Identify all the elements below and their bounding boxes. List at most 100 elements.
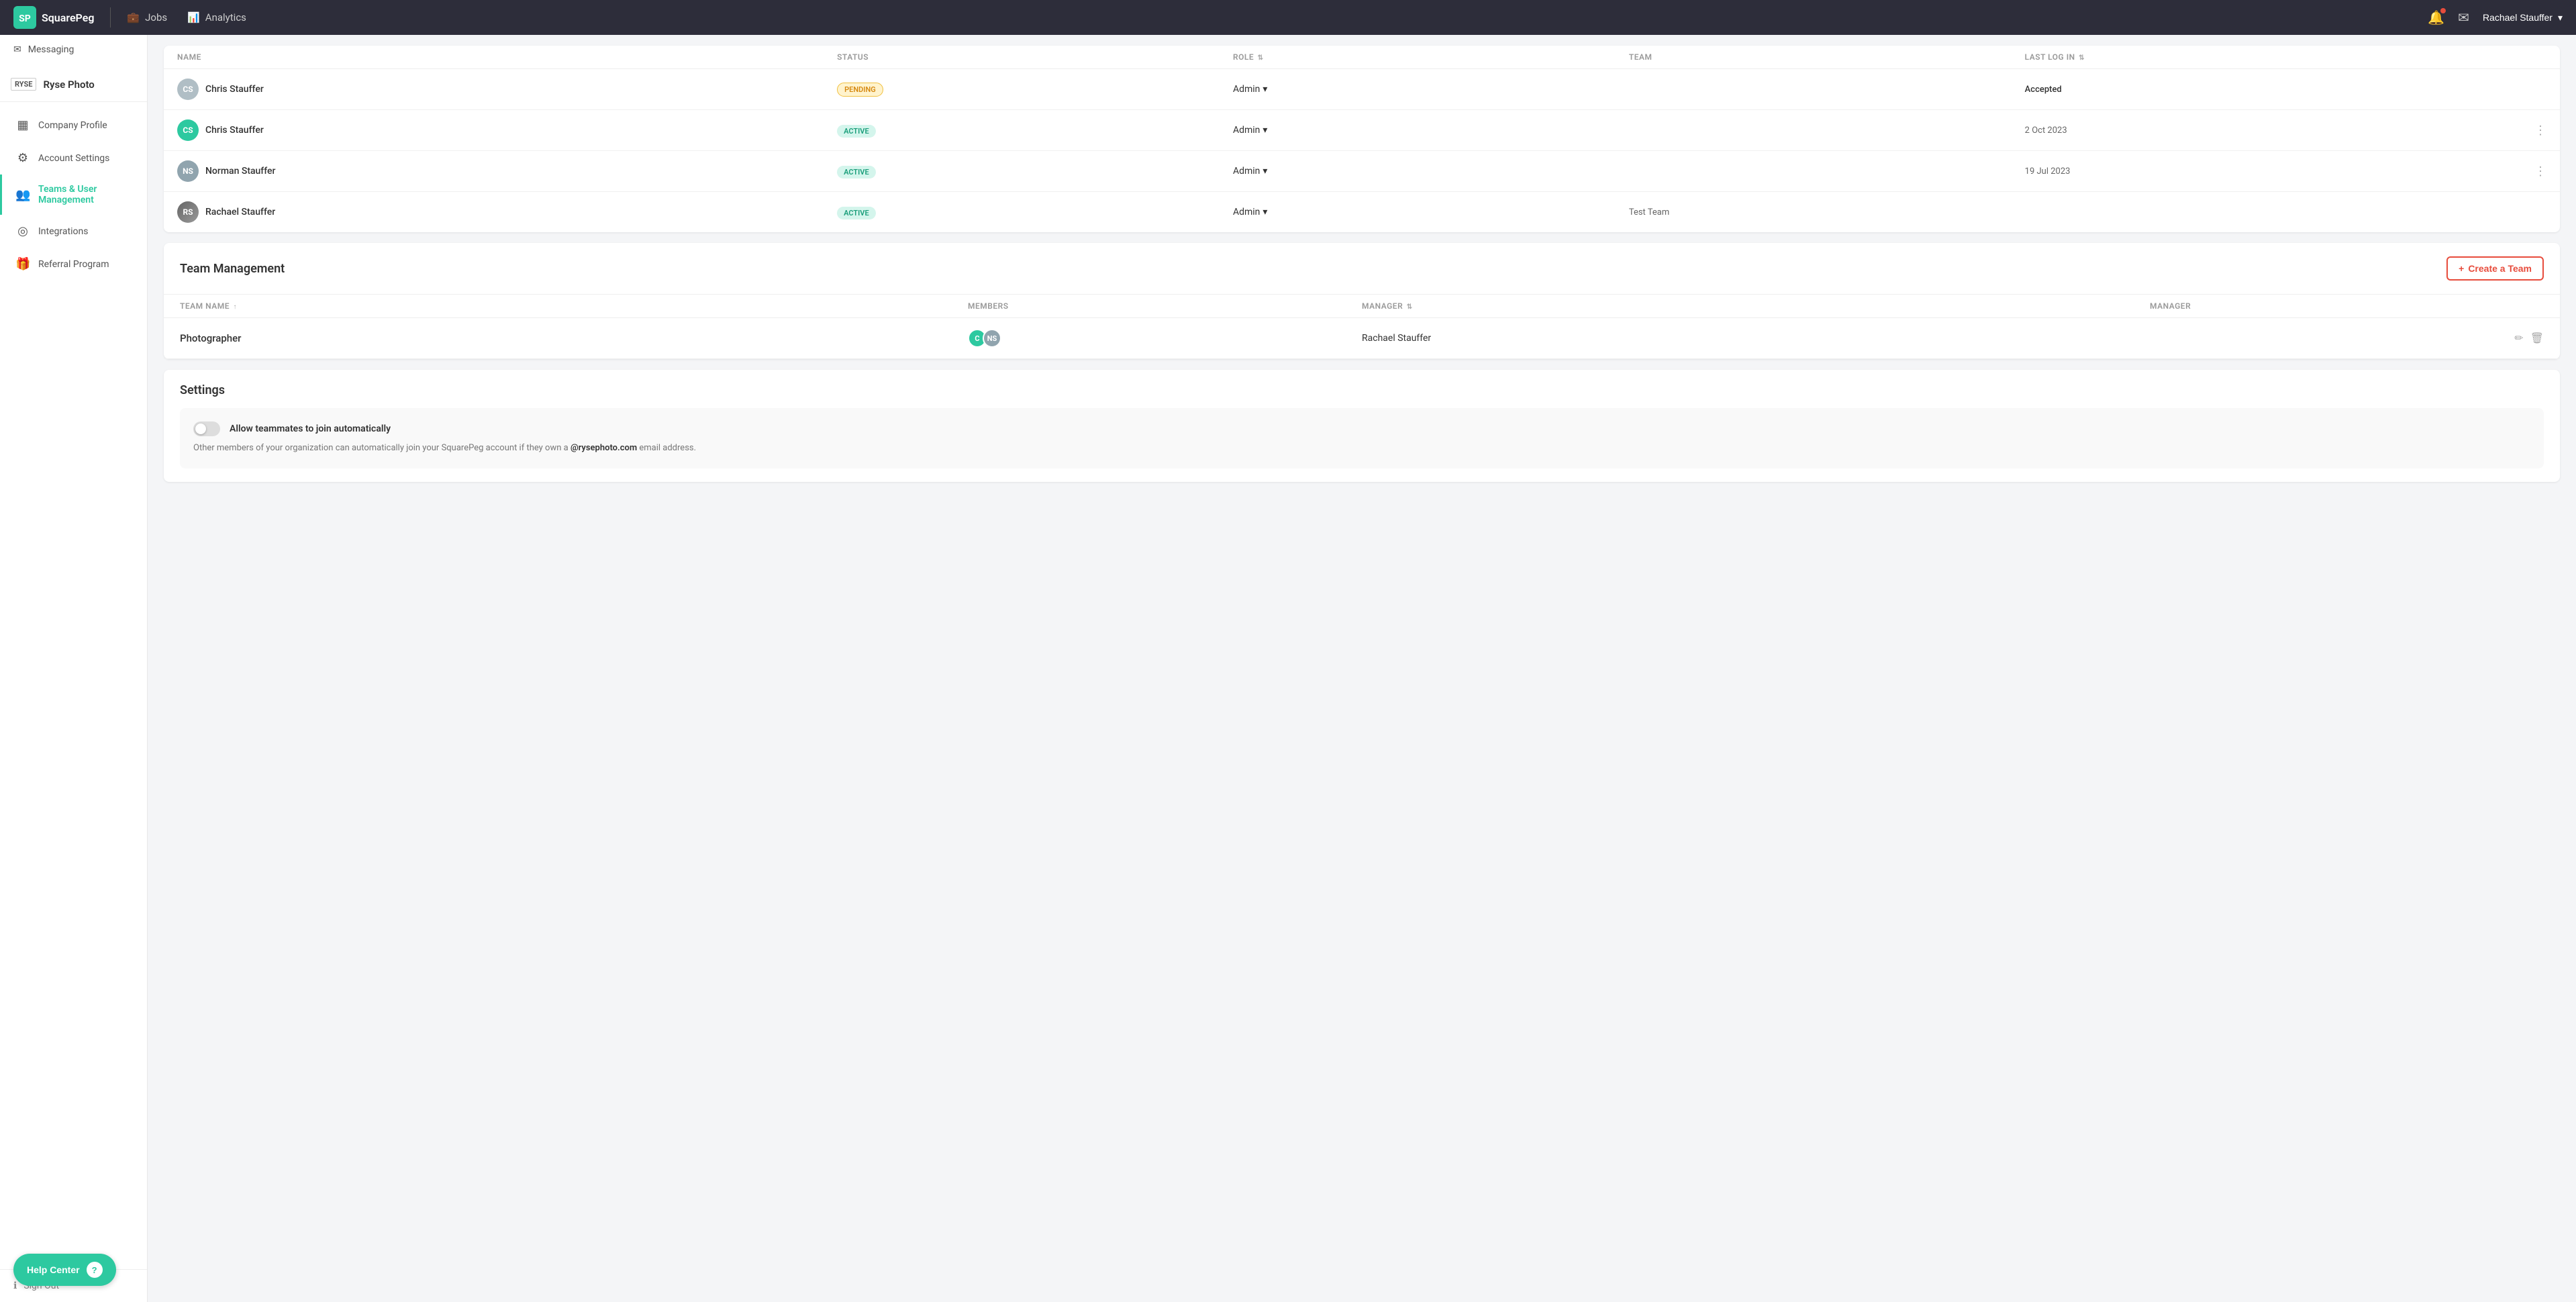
status-cell-4: ACTIVE	[837, 205, 1233, 219]
sidebar-company: RYSE Ryse Photo	[0, 64, 147, 102]
status-badge-4: ACTIVE	[837, 207, 876, 219]
row-menu-button-2[interactable]: ⋮	[2534, 123, 2546, 138]
team-management-header: Team Management + Create a Team	[164, 243, 2560, 295]
company-profile-label: Company Profile	[38, 120, 107, 131]
last-login-3: 19 Jul 2023	[2025, 166, 2520, 177]
logo-text: SquarePeg	[42, 11, 94, 24]
sidebar: ✉ Messaging RYSE Ryse Photo ▦ Company Pr…	[0, 35, 148, 1302]
avatar-3: NS	[177, 160, 199, 182]
last-login-2: 2 Oct 2023	[2025, 126, 2520, 136]
company-profile-icon: ▦	[15, 118, 30, 132]
company-name: Ryse Photo	[43, 79, 94, 91]
status-cell-3: ACTIVE	[837, 164, 1233, 179]
team-cell-4: Test Team	[1629, 207, 2025, 217]
user-name-1: Chris Stauffer	[205, 84, 264, 95]
edit-team-button[interactable]: ✏	[2514, 332, 2523, 345]
analytics-icon: 📊	[187, 11, 200, 23]
svg-text:SP: SP	[19, 13, 31, 24]
actions-cell-3: ⋮	[2520, 164, 2546, 179]
help-center-button[interactable]: Help Center ?	[13, 1254, 116, 1286]
manager-sort-icon: ⇅	[1407, 303, 1413, 311]
login-sort-icon: ⇅	[2079, 54, 2085, 62]
toggle-row: Allow teammates to join automatically	[193, 421, 2530, 436]
role-select-4[interactable]: Admin ▾	[1233, 207, 1629, 217]
notifications-button[interactable]: 🔔	[2428, 9, 2444, 26]
layout: ✉ Messaging RYSE Ryse Photo ▦ Company Pr…	[0, 35, 2576, 1302]
nav-analytics-label: Analytics	[205, 11, 246, 23]
status-badge-1: PENDING	[837, 83, 883, 97]
squarepeg-logo-icon: SP	[13, 6, 36, 29]
user-name-label: Rachael Stauffer	[2483, 12, 2553, 23]
role-sort-icon: ⇅	[1258, 54, 1264, 62]
create-team-label: Create a Team	[2468, 263, 2532, 274]
messaging-label: Messaging	[28, 44, 75, 55]
toggle-desc-after: email address.	[637, 443, 696, 453]
row-menu-button-3[interactable]: ⋮	[2534, 164, 2546, 179]
status-cell-1: PENDING	[837, 82, 1233, 97]
status-badge-3: ACTIVE	[837, 166, 876, 179]
users-section: NAME STATUS ROLE ⇅ TEAM LAST LOG IN ⇅ CS…	[164, 46, 2560, 232]
sidebar-item-company-profile[interactable]: ▦ Company Profile	[0, 109, 147, 142]
nav-jobs-label: Jobs	[145, 11, 167, 23]
topnav-nav: 💼 Jobs 📊 Analytics	[127, 7, 2428, 28]
col-team: TEAM	[1629, 52, 2025, 62]
sidebar-item-integrations[interactable]: ◎ Integrations	[0, 215, 147, 248]
nav-item-analytics[interactable]: 📊 Analytics	[187, 7, 246, 28]
integrations-icon: ◎	[15, 224, 30, 238]
topnav: SP SquarePeg 💼 Jobs 📊 Analytics 🔔 ✉ Rach…	[0, 0, 2576, 35]
nav-item-jobs[interactable]: 💼 Jobs	[127, 7, 167, 28]
role-dropdown-icon-4: ▾	[1262, 207, 1267, 217]
team-actions-photographer: ✏ 🗑	[2150, 332, 2544, 345]
table-row: CS Chris Stauffer ACTIVE Admin ▾ 2 Oct 2…	[164, 110, 2560, 151]
auto-join-toggle[interactable]	[193, 421, 220, 436]
sidebar-item-referral-program[interactable]: 🎁 Referral Program	[0, 248, 147, 281]
help-center-label: Help Center	[27, 1264, 80, 1275]
user-name-4: Rachael Stauffer	[205, 207, 275, 217]
role-select-3[interactable]: Admin ▾	[1233, 166, 1629, 177]
account-settings-icon: ⚙	[15, 151, 30, 165]
user-menu-button[interactable]: Rachael Stauffer ▾	[2483, 12, 2563, 23]
role-dropdown-icon-1: ▾	[1262, 84, 1267, 95]
delete-team-button[interactable]: 🗑	[2530, 332, 2544, 345]
team-col-manager2: MANAGER	[2150, 301, 2544, 311]
table-row: RS Rachael Stauffer ACTIVE Admin ▾ Test …	[164, 192, 2560, 232]
main-content: NAME STATUS ROLE ⇅ TEAM LAST LOG IN ⇅ CS…	[148, 35, 2576, 1302]
notification-dot	[2440, 8, 2446, 13]
user-name-2: Chris Stauffer	[205, 125, 264, 136]
table-row: CS Chris Stauffer PENDING Admin ▾ Accept…	[164, 69, 2560, 110]
toggle-description: Other members of your organization can a…	[193, 442, 2530, 455]
logo[interactable]: SP SquarePeg	[13, 6, 94, 29]
topnav-right: 🔔 ✉ Rachael Stauffer ▾	[2428, 9, 2563, 26]
toggle-label: Allow teammates to join automatically	[230, 423, 391, 434]
col-last-login: LAST LOG IN ⇅	[2025, 52, 2520, 62]
user-dropdown-icon: ▾	[2558, 12, 2563, 23]
user-cell-2: CS Chris Stauffer	[177, 119, 837, 141]
settings-title: Settings	[180, 383, 2544, 397]
teams-icon: 👥	[15, 188, 30, 202]
avatar-4: RS	[177, 201, 199, 223]
avatar-1: CS	[177, 79, 199, 100]
create-team-button[interactable]: + Create a Team	[2446, 256, 2544, 281]
role-select-1[interactable]: Admin ▾	[1233, 84, 1629, 95]
last-login-1: Accepted	[2025, 85, 2520, 95]
auto-join-toggle-card: Allow teammates to join automatically Ot…	[180, 408, 2544, 468]
messages-button[interactable]: ✉	[2458, 9, 2469, 26]
sidebar-nav: ▦ Company Profile ⚙ Account Settings 👥 T…	[0, 102, 147, 1269]
sidebar-item-teams-user-management[interactable]: 👥 Teams & User Management	[0, 174, 147, 215]
member-avatar-ns: NS	[983, 329, 1001, 348]
team-management-section: Team Management + Create a Team TEAM NAM…	[164, 243, 2560, 359]
sidebar-messaging[interactable]: ✉ Messaging	[0, 35, 147, 64]
user-name-3: Norman Stauffer	[205, 166, 275, 177]
team-name-sort-icon: ↑	[234, 303, 238, 311]
team-name-photographer: Photographer	[180, 332, 968, 344]
account-settings-label: Account Settings	[38, 153, 109, 164]
sign-out-icon: ℹ	[13, 1281, 17, 1291]
col-status: STATUS	[837, 52, 1233, 62]
role-select-2[interactable]: Admin ▾	[1233, 125, 1629, 136]
sidebar-item-account-settings[interactable]: ⚙ Account Settings	[0, 142, 147, 174]
referral-icon: 🎁	[15, 257, 30, 271]
role-dropdown-icon-3: ▾	[1262, 166, 1267, 177]
role-dropdown-icon-2: ▾	[1262, 125, 1267, 136]
user-cell-4: RS Rachael Stauffer	[177, 201, 837, 223]
status-badge-2: ACTIVE	[837, 125, 876, 138]
